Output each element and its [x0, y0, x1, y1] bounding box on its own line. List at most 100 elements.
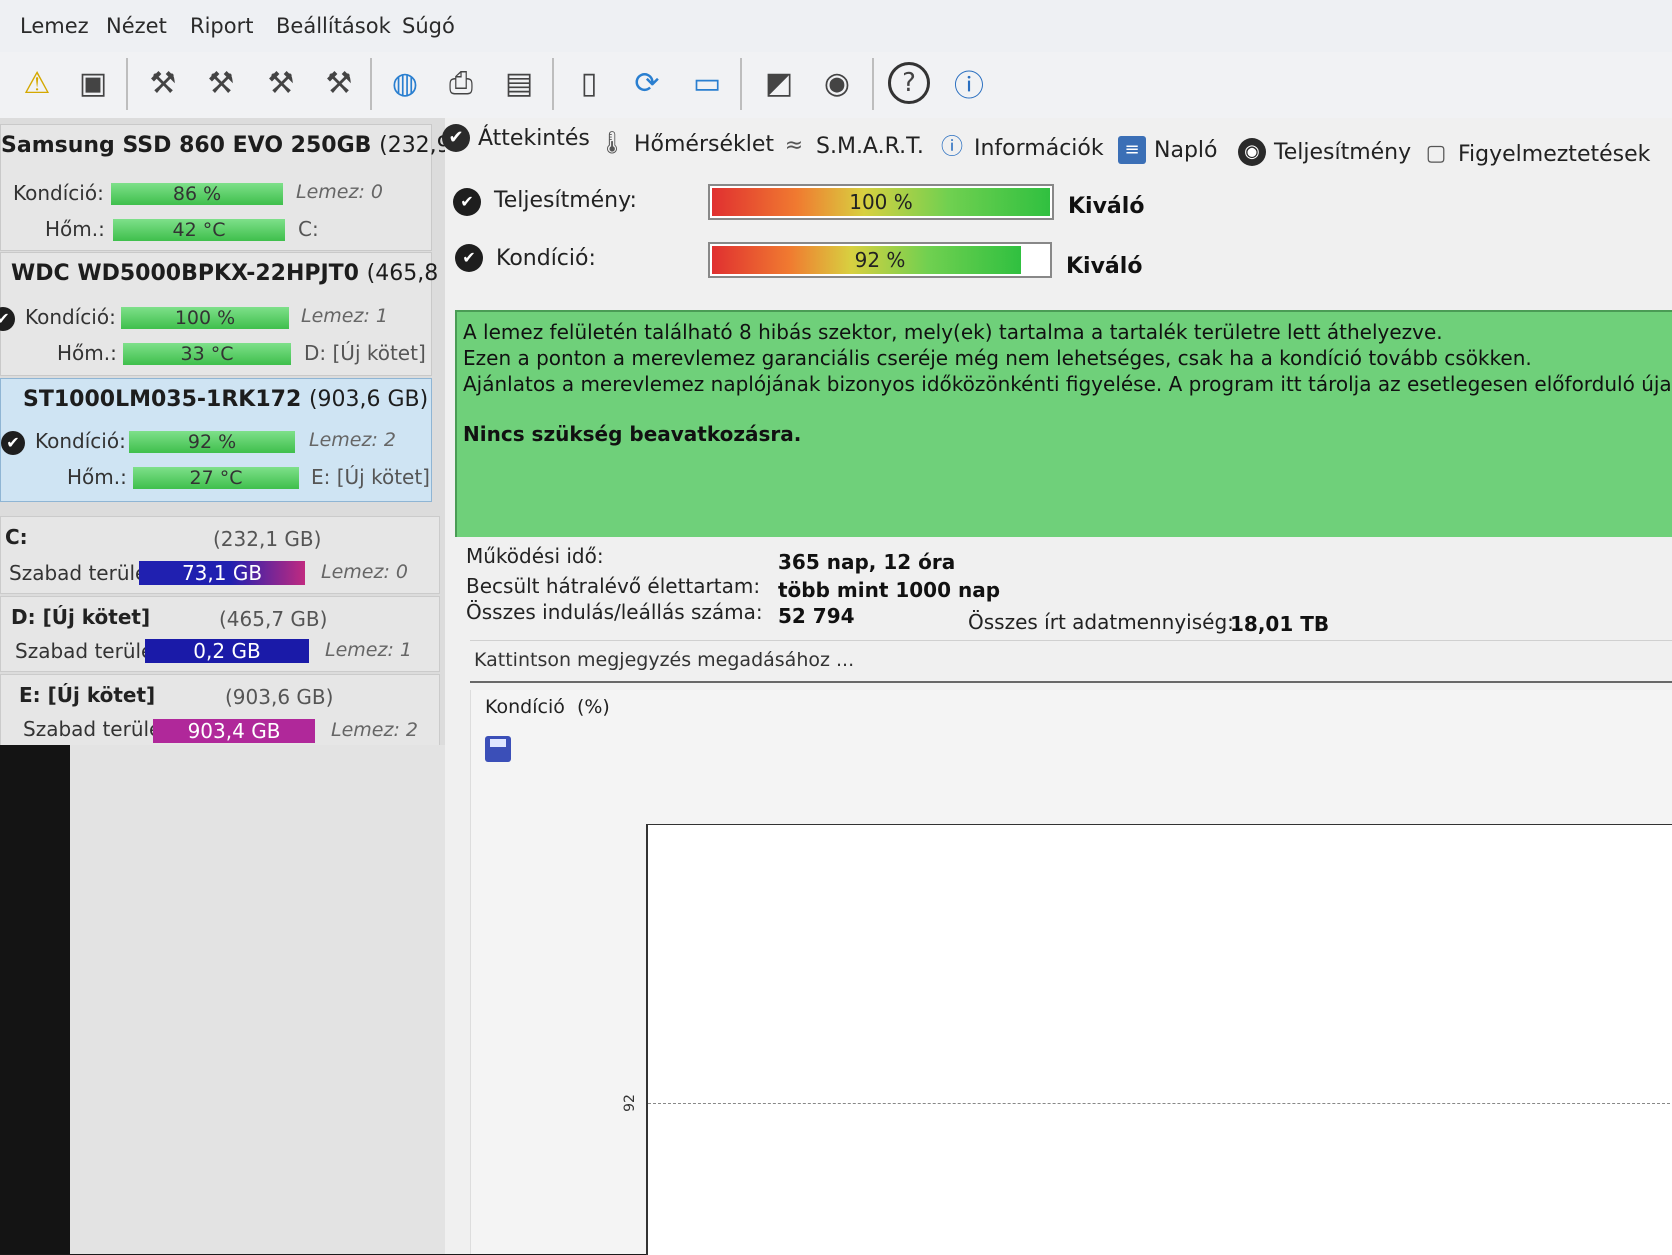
condition-label: Kondíció:: [35, 429, 126, 453]
volume-name: E: [Új kötet]: [19, 683, 156, 707]
volume-disk: Lemez: 1: [325, 639, 412, 661]
performance-bar: 100 %: [708, 184, 1054, 220]
condition-chart-area: Kondíció (%) 92: [470, 690, 1672, 1255]
tool-4-icon[interactable]: ⚒: [316, 60, 362, 106]
volume-name: D: [Új kötet]: [11, 605, 151, 629]
tab-label: Áttekintés: [478, 125, 590, 151]
tab-label: Hőmérséklet: [634, 131, 775, 157]
message-line: Ajánlatos a merevlemez naplójának bizony…: [463, 372, 1672, 396]
toolbar-separator: [740, 58, 742, 110]
disk-item[interactable]: WDC WD5000BPKX-22HPJT0 (465,8 GB) ✔ Kond…: [0, 252, 486, 376]
menu-lemez[interactable]: Lemez: [20, 14, 89, 38]
tab-attekintes[interactable]: ✔ Áttekintés: [442, 124, 590, 152]
drive-letter: C:: [298, 217, 319, 241]
save-icon[interactable]: [485, 736, 511, 762]
tool-1-icon[interactable]: ⚒: [140, 60, 186, 106]
device-icon[interactable]: ▤: [496, 60, 542, 106]
volume-item[interactable]: E: [Új kötet] (903,6 GB) Szabad terület …: [0, 674, 440, 752]
volume-size: (465,7 GB): [219, 607, 328, 631]
volume-disk: Lemez: 0: [321, 561, 408, 583]
disk-item[interactable]: Samsung SSD 860 EVO 250GB (232,9 GB) Kon…: [0, 124, 498, 251]
condition-bar: 86 %: [111, 183, 283, 205]
disk-icon[interactable]: ▣: [70, 60, 116, 106]
disk-title: ST1000LM035-1RK172 (903,6 GB): [23, 387, 428, 412]
temp-bar: 27 °C: [133, 467, 299, 489]
free-space-bar: 903,4 GB: [153, 719, 315, 743]
warning-icon[interactable]: ⚠: [14, 60, 60, 106]
monitor-icon[interactable]: ▭: [684, 60, 730, 106]
info-icon[interactable]: ⓘ: [946, 60, 992, 106]
check-icon: ✔: [453, 188, 481, 216]
condition-label: Kondíció:: [496, 246, 596, 271]
refresh-icon[interactable]: ⟳: [624, 60, 670, 106]
performance-label: Teljesítmény:: [494, 188, 637, 213]
menu-bar: Lemez Nézet Riport Beállítások Súgó: [0, 0, 1672, 53]
written-label: Összes írt adatmennyiség:: [968, 610, 1234, 634]
performance-value: 100 %: [849, 190, 913, 214]
disk-name: WDC WD5000BPKX-22HPJT0: [11, 261, 359, 286]
disk-title: Samsung SSD 860 EVO 250GB (232,9 GB): [1, 133, 498, 158]
printer-icon[interactable]: ⎙: [438, 60, 484, 106]
chart-icon[interactable]: ◩: [756, 60, 802, 106]
temp-label: Hőm.:: [67, 465, 127, 489]
message-line: A lemez felületén található 8 hibás szek…: [463, 320, 1443, 344]
drive-letter: E: [Új kötet]: [311, 465, 430, 489]
disk-size: (903,6 GB): [308, 387, 429, 412]
free-space-bar: 0,2 GB: [145, 639, 309, 663]
volume-disk: Lemez: 2: [331, 719, 418, 741]
toolbar-separator: [370, 58, 372, 110]
menu-sugo[interactable]: Súgó: [402, 14, 455, 38]
tab-smart[interactable]: ≈ S.M.A.R.T.: [780, 132, 924, 160]
temp-bar: 42 °C: [113, 219, 285, 241]
tab-informaciok[interactable]: ⓘ Információk: [938, 134, 1104, 162]
volume-item[interactable]: D: [Új kötet] (465,7 GB) Szabad terület …: [0, 596, 440, 672]
speaker-icon[interactable]: ◉: [814, 60, 860, 106]
info-icon: ⓘ: [940, 135, 963, 160]
disk-name: ST1000LM035-1RK172: [23, 387, 302, 412]
help-icon[interactable]: ?: [886, 60, 932, 106]
disk-item-selected[interactable]: ST1000LM035-1RK172 (903,6 GB) ✔ Kondíció…: [0, 378, 432, 502]
check-icon: ✔: [1, 431, 25, 455]
log-icon: ≡: [1118, 136, 1146, 164]
menu-nezet[interactable]: Nézet: [106, 14, 167, 38]
starts-label: Összes indulás/leállás száma:: [466, 600, 763, 624]
app-window: Lemez Nézet Riport Beállítások Súgó ⚠ ▣ …: [0, 0, 1672, 1255]
uptime-label: Működési idő:: [466, 544, 604, 568]
smart-icon: ≈: [784, 133, 804, 158]
alerts-icon: ▢: [1425, 141, 1447, 166]
free-space-bar: 73,1 GB: [139, 561, 305, 585]
menu-beallitasok[interactable]: Beállítások: [276, 14, 391, 38]
free-space-label: Szabad terület: [9, 561, 156, 585]
tool-2-icon[interactable]: ⚒: [198, 60, 244, 106]
tab-figyelmeztetesek[interactable]: ▢ Figyelmeztetések: [1422, 140, 1651, 168]
note-placeholder: Kattintson megjegyzés megadásához ...: [474, 649, 855, 671]
check-icon: ✔: [0, 307, 15, 331]
note-field[interactable]: Kattintson megjegyzés megadásához ...: [470, 640, 1672, 683]
drive-letter: D: [Új kötet]: [304, 341, 426, 365]
volume-name: C:: [5, 525, 28, 549]
document-icon[interactable]: ▯: [566, 60, 612, 106]
tool-3-icon[interactable]: ⚒: [258, 60, 304, 106]
chart-plot-area: [646, 824, 1672, 1255]
condition-value: 92 %: [854, 248, 906, 272]
tab-naplo[interactable]: ≡ Napló: [1118, 136, 1217, 164]
chart-title: Kondíció (%): [485, 696, 610, 718]
toolbar-separator: [872, 58, 874, 110]
disk-index: Lemez: 0: [296, 181, 383, 203]
volume-item[interactable]: C: (232,1 GB) Szabad terület 73,1 GB Lem…: [0, 516, 440, 594]
lifetime-value: több mint 1000 nap: [778, 578, 1001, 602]
left-empty-area: [25, 745, 445, 1254]
globe-icon[interactable]: ◍: [382, 60, 428, 106]
temp-label: Hőm.:: [57, 341, 117, 365]
free-space-label: Szabad terület: [23, 717, 170, 741]
condition-verdict: Kiváló: [1066, 254, 1143, 279]
message-action: Nincs szükség beavatkozásra.: [463, 422, 802, 446]
tab-teljesitmeny[interactable]: ◉ Teljesítmény: [1238, 138, 1411, 166]
disk-name: Samsung SSD 860 EVO 250GB: [1, 133, 372, 158]
tab-homerseklet[interactable]: 🌡 Hőmérséklet: [598, 130, 774, 158]
free-space-label: Szabad terület: [15, 639, 162, 663]
tab-label: Információk: [974, 135, 1104, 161]
check-icon: ✔: [442, 124, 470, 152]
menu-riport[interactable]: Riport: [190, 14, 253, 38]
lifetime-label: Becsült hátralévő élettartam:: [466, 574, 761, 598]
